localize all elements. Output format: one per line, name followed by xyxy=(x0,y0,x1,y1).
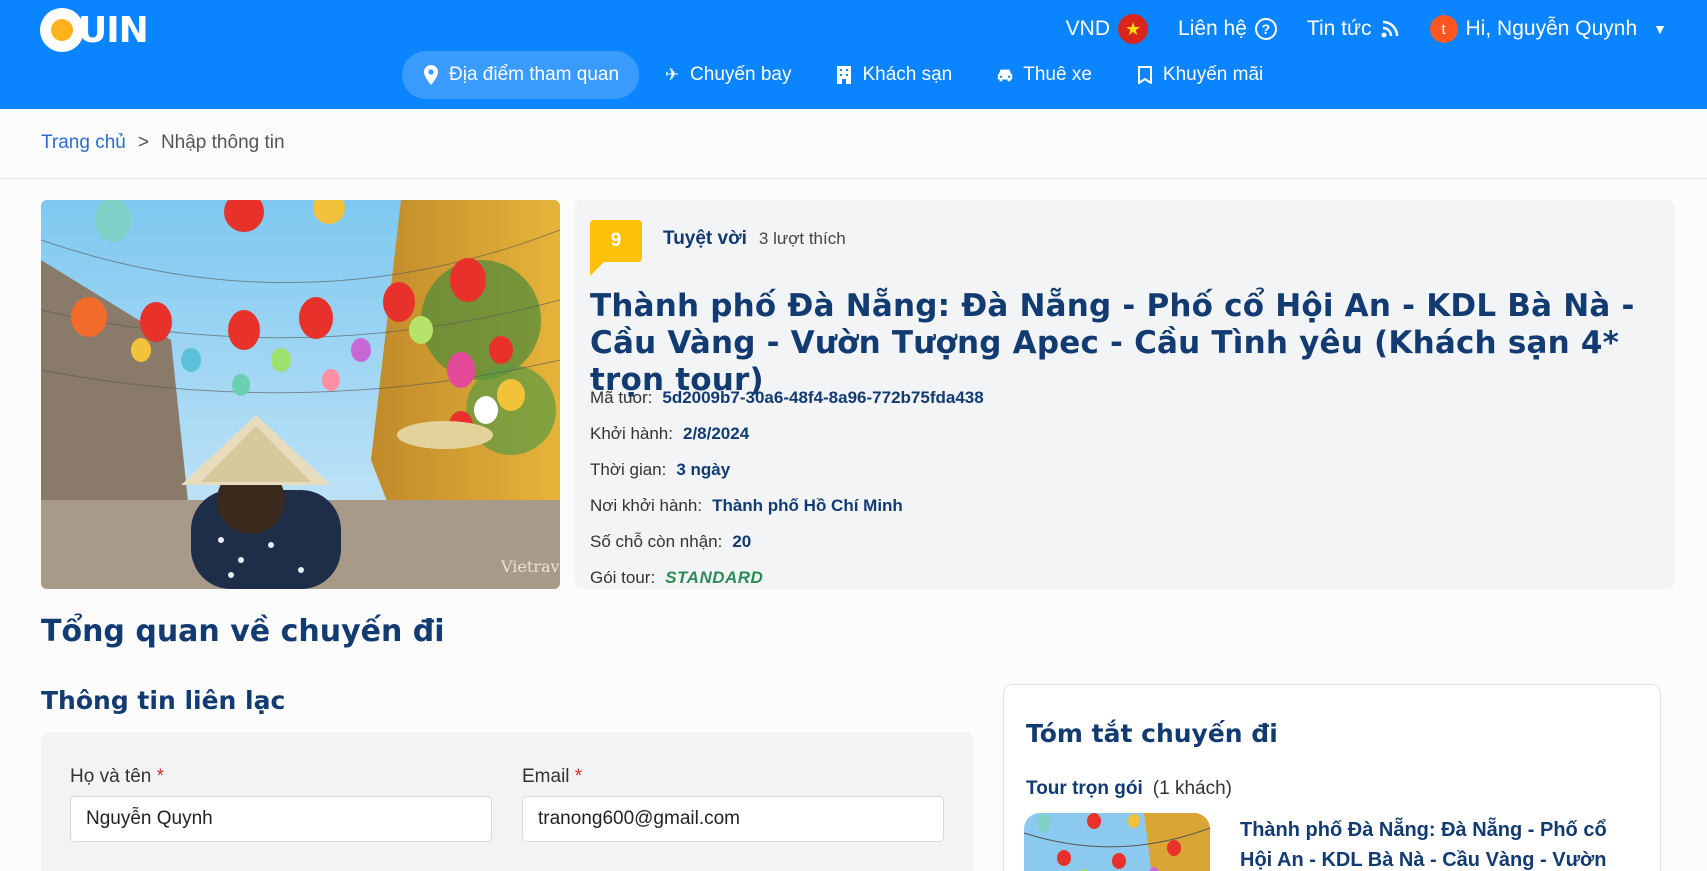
departure-date: 2/8/2024 xyxy=(682,424,750,443)
nav-label: Chuyến bay xyxy=(690,64,792,85)
departure-city: Thành phố Hồ Chí Minh xyxy=(712,496,903,515)
breadcrumb: Trang chủ > Nhập thông tin xyxy=(41,132,285,154)
label-text: Họ và tên xyxy=(70,766,152,787)
rating-label: Tuyệt vời xyxy=(663,228,747,249)
building-icon xyxy=(837,66,852,84)
email-label: Email * xyxy=(522,766,944,788)
contact-label: Liên hệ xyxy=(1178,17,1247,40)
overview-heading: Tổng quan về chuyến đi xyxy=(41,614,445,649)
breadcrumb-current: Nhập thông tin xyxy=(160,132,285,153)
departure-date-row: Khởi hành: 2/8/2024 xyxy=(590,416,984,452)
meta-label: Mã tuor: xyxy=(590,388,653,407)
summary-tour-title: Thành phố Đà Nẵng: Đà Nẵng - Phố cổ Hội … xyxy=(1240,819,1607,871)
logo[interactable]: UIN xyxy=(40,6,149,54)
rating-summary: Tuyệt vời 3 lượt thích xyxy=(663,228,846,250)
nav-item-promotions[interactable]: Khuyến mãi xyxy=(1116,51,1283,99)
bookmark-icon xyxy=(1137,66,1152,84)
news-link[interactable]: Tin tức xyxy=(1307,17,1400,41)
seats-available: 20 xyxy=(732,532,752,551)
seats-row: Số chỗ còn nhận: 20 xyxy=(590,524,984,560)
origin-row: Nơi khởi hành: Thành phố Hồ Chí Minh xyxy=(590,488,984,524)
full-name-field: Họ và tên * Nguyễn Quynh xyxy=(70,766,492,842)
hoi-an-lanterns-thumbnail xyxy=(1024,813,1210,871)
breadcrumb-home-link[interactable]: Trang chủ xyxy=(41,132,126,154)
email-input[interactable]: tranong600@gmail.com xyxy=(522,796,944,842)
nav-label: Khuyến mãi xyxy=(1162,64,1264,85)
meta-label: Thời gian: xyxy=(590,460,667,479)
guest-count: (1 khách) xyxy=(1152,778,1232,799)
full-name-input[interactable]: Nguyễn Quynh xyxy=(70,796,492,842)
car-icon xyxy=(998,69,1013,82)
news-label: Tin tức xyxy=(1306,17,1372,40)
rating-score-badge: 9 xyxy=(590,220,642,276)
label-text: Email xyxy=(522,766,570,787)
email-field: Email * tranong600@gmail.com xyxy=(522,766,944,842)
tour-code: 5d2009b7-30a6-48f4-8a96-772b75fda438 xyxy=(662,388,984,407)
divider xyxy=(0,178,1707,179)
avatar: t xyxy=(1429,15,1458,43)
duration: 3 ngày xyxy=(676,460,731,479)
meta-label: Nơi khởi hành: xyxy=(590,496,703,515)
user-menu[interactable]: t Hi, Nguyễn Quynh ▼ xyxy=(1429,15,1667,43)
logo-mark xyxy=(40,8,84,52)
nav-item-attractions[interactable]: Địa điểm tham quan xyxy=(402,51,640,99)
meta-label: Khởi hành: xyxy=(590,424,673,443)
tour-info-card: 9 Tuyệt vời 3 lượt thích Thành phố Đà Nẵ… xyxy=(574,200,1675,589)
likes-count: 3 lượt thích xyxy=(758,229,846,248)
nav-item-flights[interactable]: ✈ Chuyến bay xyxy=(643,51,811,99)
meta-label: Gói tour: xyxy=(590,568,656,587)
chevron-down-icon: ▼ xyxy=(1653,21,1667,37)
nav-label: Khách sạn xyxy=(862,64,953,85)
required-mark: * xyxy=(574,766,583,787)
summary-heading: Tóm tắt chuyến đi xyxy=(1026,719,1278,748)
trip-summary-card: Tóm tắt chuyến đi Tour trọn gói (1 khách… xyxy=(1003,684,1661,871)
user-greeting: Hi, Nguyễn Quynh xyxy=(1465,17,1638,40)
nav-label: Thuê xe xyxy=(1023,64,1092,85)
logo-text: UIN xyxy=(78,9,149,51)
summary-thumbnail xyxy=(1024,813,1210,871)
plane-icon: ✈ xyxy=(664,65,680,84)
required-mark: * xyxy=(156,766,165,787)
tour-code-row: Mã tuor: 5d2009b7-30a6-48f4-8a96-772b75f… xyxy=(590,380,984,416)
image-watermark: Vietrav xyxy=(500,557,560,576)
package-row: Gói tour: STANDARD xyxy=(590,560,984,589)
duration-row: Thời gian: 3 ngày xyxy=(590,452,984,488)
package-type: STANDARD xyxy=(665,568,764,587)
contact-link[interactable]: Liên hệ ? xyxy=(1178,17,1277,41)
breadcrumb-separator: > xyxy=(137,132,149,153)
nav-label: Địa điểm tham quan xyxy=(449,64,620,85)
hoi-an-lanterns-image: Vietrav xyxy=(41,200,560,589)
package-label: Tour trọn gói xyxy=(1026,778,1143,799)
nav-item-car-rental[interactable]: Thuê xe xyxy=(976,51,1112,99)
main-nav: Địa điểm tham quan ✈ Chuyến bay Khách sạ… xyxy=(402,51,1283,99)
nav-item-hotels[interactable]: Khách sạn xyxy=(815,51,972,99)
package-summary: Tour trọn gói (1 khách) xyxy=(1026,778,1232,800)
currency-selector[interactable]: VND ★ xyxy=(1065,14,1149,44)
currency-label: VND xyxy=(1065,17,1111,40)
contact-heading: Thông tin liên lạc xyxy=(41,686,286,715)
tour-image: Vietrav xyxy=(41,200,560,589)
header-utility-bar: VND ★ Liên hệ ? Tin tức t Hi, Nguyễn Quy… xyxy=(1066,12,1667,46)
contact-form: Họ và tên * Nguyễn Quynh Email * tranong… xyxy=(41,732,974,871)
rss-icon xyxy=(1381,20,1398,38)
vietnam-flag-icon: ★ xyxy=(1118,14,1149,44)
tour-meta: Mã tuor: 5d2009b7-30a6-48f4-8a96-772b75f… xyxy=(590,380,984,589)
meta-label: Số chỗ còn nhận: xyxy=(590,532,723,551)
top-header: UIN VND ★ Liên hệ ? Tin tức t Hi, Nguyễn… xyxy=(0,0,1707,109)
full-name-label: Họ và tên * xyxy=(70,766,492,788)
help-circle-icon: ? xyxy=(1254,18,1277,40)
map-pin-icon xyxy=(424,65,438,85)
